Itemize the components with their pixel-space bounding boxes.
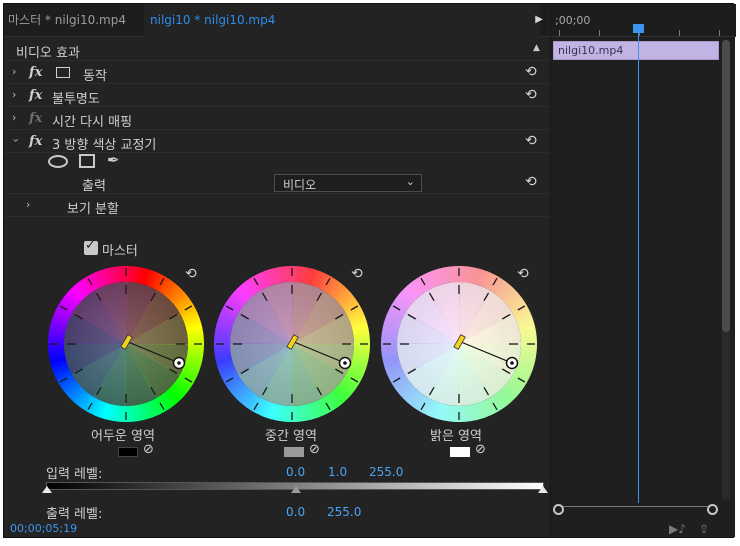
clip-label: nilgi10.mp4 bbox=[558, 44, 624, 57]
output-black-value[interactable]: 0.0 bbox=[286, 505, 305, 519]
ellipse-mask-icon[interactable] bbox=[48, 155, 68, 168]
reset-icon[interactable]: ⟲ bbox=[525, 87, 537, 103]
panel-tabs: 마스터 * nilgi10.mp4 nilgi10 * nilgi10.mp4 … bbox=[4, 4, 549, 37]
midtones-swatch[interactable] bbox=[284, 447, 304, 457]
video-effects-title: 비디오 효과 bbox=[16, 46, 80, 61]
shadows-swatch[interactable] bbox=[118, 447, 138, 457]
expand-chevron-icon[interactable]: › bbox=[26, 198, 30, 211]
effect-row-time-remapping[interactable]: › fx 시간 다시 매핑 bbox=[4, 108, 549, 130]
effect-label: 3 방향 색상 교정기 bbox=[52, 138, 157, 153]
fx-toggle-icon[interactable]: fx bbox=[29, 65, 42, 80]
transform-icon[interactable] bbox=[56, 67, 70, 78]
effect-row-motion[interactable]: › fx 동작 ⟲ bbox=[4, 62, 549, 84]
effect-label: 불투명도 bbox=[52, 92, 100, 107]
master-label: 마스터 bbox=[102, 244, 138, 259]
output-label: 출력 bbox=[82, 179, 106, 194]
balance-handle-dot bbox=[510, 361, 514, 365]
color-wheel-midtones[interactable] bbox=[212, 264, 372, 424]
video-effects-header: 비디오 효과 ▲ bbox=[4, 39, 549, 61]
input-levels-label: 입력 레벨: bbox=[46, 467, 103, 482]
export-icon[interactable]: ⇪ bbox=[699, 522, 709, 536]
highlights-swatch[interactable] bbox=[450, 447, 470, 457]
pen-mask-icon[interactable]: ✒ bbox=[107, 151, 120, 169]
effect-controls-panel: 마스터 * nilgi10.mp4 nilgi10 * nilgi10.mp4 … bbox=[4, 4, 549, 537]
output-levels-label: 출력 레벨: bbox=[46, 507, 103, 522]
input-white-slider[interactable] bbox=[538, 486, 548, 493]
input-black-value[interactable]: 0.0 bbox=[286, 465, 305, 479]
split-view-row[interactable]: › 보기 분할 bbox=[4, 195, 549, 217]
color-wheel-svg bbox=[214, 266, 370, 422]
app-window: 마스터 * nilgi10.mp4 nilgi10 * nilgi10.mp4 … bbox=[3, 3, 736, 538]
output-white-value[interactable]: 255.0 bbox=[327, 505, 361, 519]
expand-chevron-icon[interactable]: › bbox=[12, 88, 16, 101]
expand-chevron-icon[interactable]: › bbox=[12, 65, 16, 78]
eyedropper-icon[interactable]: ⊘ bbox=[309, 442, 320, 457]
collapse-arrow-icon[interactable]: ▲ bbox=[533, 43, 540, 53]
input-black-slider[interactable] bbox=[42, 486, 52, 493]
tab-effect-controls[interactable]: nilgi10 * nilgi10.mp4 bbox=[144, 4, 540, 37]
balance-handle-dot bbox=[343, 361, 347, 365]
playhead-line bbox=[638, 33, 639, 503]
fx-toggle-icon[interactable]: fx bbox=[29, 134, 42, 149]
reset-icon[interactable]: ⟲ bbox=[351, 266, 363, 282]
eyedropper-icon[interactable]: ⊘ bbox=[475, 442, 486, 457]
vertical-scrollbar[interactable] bbox=[722, 40, 730, 332]
master-checkbox[interactable] bbox=[84, 238, 98, 255]
timeline-panel: ;00;00 nilgi10.mp4 ▶♪ ⇪ bbox=[550, 4, 736, 537]
zoom-scrollbar[interactable] bbox=[555, 506, 715, 516]
reset-icon[interactable]: ⟲ bbox=[525, 64, 537, 80]
reset-icon[interactable]: ⟲ bbox=[525, 133, 537, 149]
tab-label: nilgi10 * nilgi10.mp4 bbox=[150, 13, 276, 27]
chevron-down-icon: ⌄ bbox=[405, 175, 415, 188]
input-gamma-value[interactable]: 1.0 bbox=[328, 465, 347, 479]
split-view-label: 보기 분할 bbox=[67, 202, 119, 217]
color-wheel-svg bbox=[381, 266, 537, 422]
reset-icon[interactable]: ⟲ bbox=[525, 174, 537, 190]
tab-source[interactable]: 마스터 * nilgi10.mp4 bbox=[8, 4, 126, 37]
effect-label: 시간 다시 매핑 bbox=[52, 115, 133, 130]
video-clip[interactable]: nilgi10.mp4 bbox=[553, 41, 719, 60]
collapse-chevron-icon[interactable]: › bbox=[10, 138, 23, 142]
color-wheel-highlights[interactable] bbox=[379, 264, 539, 424]
panel-expand-arrow-icon[interactable]: ▶ bbox=[535, 14, 543, 25]
fx-toggle-icon: fx bbox=[29, 111, 43, 126]
reset-icon[interactable]: ⟲ bbox=[185, 266, 197, 282]
ruler-timecode: ;00;00 bbox=[555, 14, 591, 27]
play-audio-icon[interactable]: ▶♪ bbox=[669, 522, 686, 536]
input-gamma-slider[interactable] bbox=[291, 486, 301, 493]
output-value: 비디오 bbox=[283, 178, 317, 192]
zoom-handle-right[interactable] bbox=[707, 504, 718, 515]
rectangle-mask-icon[interactable] bbox=[79, 154, 95, 168]
effect-row-opacity[interactable]: › fx 불투명도 ⟲ bbox=[4, 85, 549, 107]
current-timecode[interactable]: 00;00;05;19 bbox=[10, 522, 77, 535]
color-wheel-shadows[interactable] bbox=[46, 264, 206, 424]
reset-icon[interactable]: ⟲ bbox=[517, 266, 529, 282]
effect-row-three-way-color[interactable]: › fx 3 방향 색상 교정기 ⟲ bbox=[4, 131, 549, 153]
expand-chevron-icon[interactable]: › bbox=[12, 111, 16, 124]
balance-handle-dot bbox=[177, 361, 181, 365]
eyedropper-icon[interactable]: ⊘ bbox=[143, 442, 154, 457]
input-white-value[interactable]: 255.0 bbox=[369, 465, 403, 479]
zoom-handle-left[interactable] bbox=[553, 504, 564, 515]
output-dropdown[interactable]: 비디오 ⌄ bbox=[274, 174, 422, 192]
effect-label: 동작 bbox=[83, 69, 107, 84]
playhead-handle[interactable] bbox=[633, 24, 644, 33]
fx-toggle-icon[interactable]: fx bbox=[29, 88, 42, 103]
color-wheel-svg bbox=[48, 266, 204, 422]
